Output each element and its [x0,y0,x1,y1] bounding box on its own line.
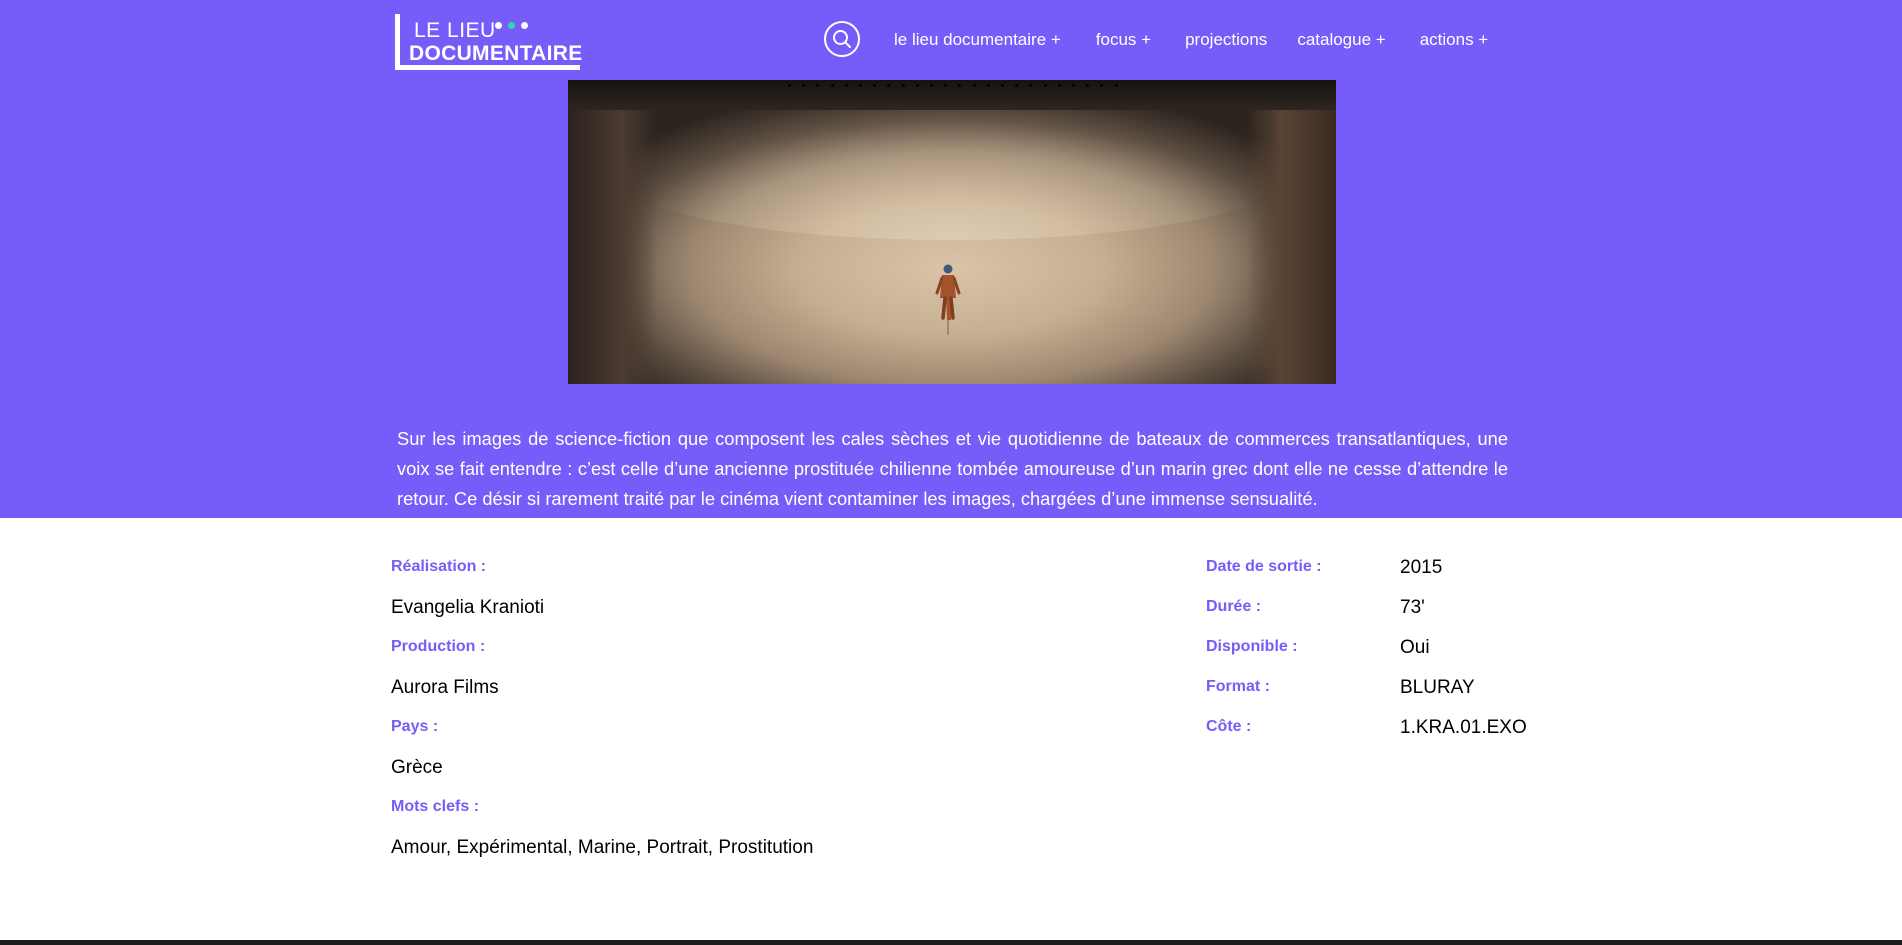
label-cote: Côte : [1206,718,1252,735]
logo-line-1: LE LIEU [414,19,496,42]
nav-item-actions[interactable]: actions + [1420,30,1489,50]
logo-dots [495,17,528,33]
value-cote: 1.KRA.01.EXO [1400,717,1527,738]
sand-ridge [628,120,1276,240]
label-date-de-sortie: Date de sortie : [1206,558,1322,575]
label-format: Format : [1206,678,1270,695]
nav-item-projections[interactable]: projections [1185,30,1267,50]
logo-line-2: DOCUMENTAIRE [409,42,583,65]
value-realisation: Evangelia Kranioti [391,597,545,618]
nav-item-focus[interactable]: focus + [1096,30,1151,50]
footer-edge [0,940,1902,945]
main-nav: le lieu documentaire + focus + projectio… [894,28,1488,52]
hull-wall-left [568,80,658,384]
value-format: BLURAY [1400,677,1475,698]
hull-wall-right [1246,80,1336,384]
label-mots-clefs: Mots clefs : [391,798,480,815]
person-figure [935,264,961,335]
label-disponible: Disponible : [1206,638,1298,655]
value-date-de-sortie: 2015 [1400,557,1443,578]
search-icon [833,30,851,48]
film-still-image [568,80,1336,384]
value-production: Aurora Films [391,677,499,698]
logo-dot [521,21,528,29]
value-disponible: Oui [1400,637,1430,658]
logo-dot [508,21,515,29]
site-logo[interactable]: LE LIEU DOCUMENTAIRE [395,14,583,70]
label-pays: Pays : [391,718,439,735]
label-production: Production : [391,638,486,655]
film-description: Sur les images de science-fiction que co… [397,428,1508,510]
search-button[interactable] [824,21,860,57]
logo-dot [495,21,502,29]
nav-item-le-lieu-documentaire[interactable]: le lieu documentaire + [894,30,1061,50]
value-mots-clefs: Amour, Expérimental, Marine, Portrait, P… [391,837,814,858]
logo-bracket-vertical [395,14,400,70]
label-realisation: Réalisation : [391,558,487,575]
nav-item-catalogue[interactable]: catalogue + [1297,30,1385,50]
hull-ceiling [568,80,1336,110]
header-hero-section: LE LIEU DOCUMENTAIRE le lieu documentair… [0,0,1902,518]
label-duree: Durée : [1206,598,1262,615]
value-pays: Grèce [391,757,443,778]
value-duree: 73' [1400,597,1425,618]
